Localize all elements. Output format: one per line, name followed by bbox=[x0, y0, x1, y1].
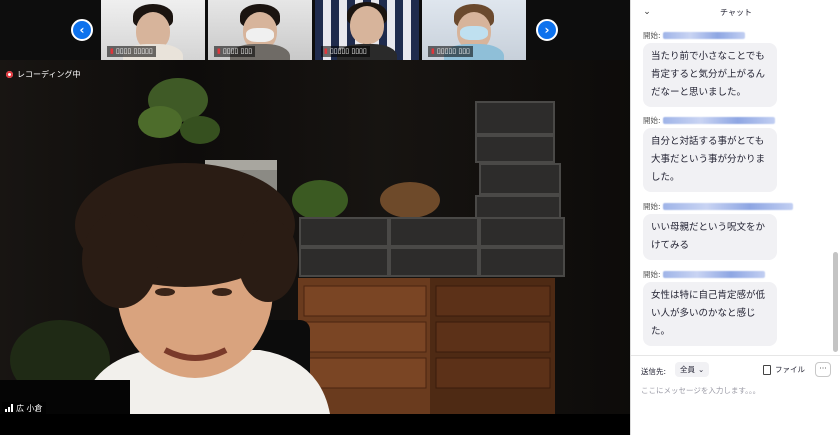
divider bbox=[631, 355, 840, 356]
chevron-down-icon: ⌄ bbox=[698, 365, 705, 374]
blurred-sender-name bbox=[662, 203, 793, 210]
file-icon bbox=[763, 364, 771, 375]
recording-indicator: レコーディング中 bbox=[6, 67, 80, 81]
speaker-video-frame bbox=[0, 60, 630, 414]
message-sender: 開始: bbox=[643, 115, 775, 126]
signal-strength-icon bbox=[5, 404, 13, 412]
chat-message-bubble: 自分と対話する事がとても大事だという事が分かりました。 bbox=[643, 128, 777, 192]
recipient-dropdown[interactable]: 全員 ⌄ bbox=[675, 362, 710, 377]
message-sender: 開始: bbox=[643, 269, 765, 280]
blurred-sender-name bbox=[662, 32, 745, 39]
speaker-name-tag: 広 小倉 bbox=[2, 402, 46, 414]
recording-label: レコーディング中 bbox=[17, 69, 81, 79]
wooden-dresser bbox=[298, 278, 555, 414]
blurred-sender-name bbox=[662, 271, 765, 278]
chat-message-list[interactable]: 開始: 当たり前で小さなことでも肯定すると気分が上がるんだなーと思いました。 開… bbox=[631, 26, 831, 356]
chat-title: チャット bbox=[720, 8, 752, 17]
chat-panel: ⌄ チャット 開始: 当たり前で小さなことでも肯定すると気分が上がるんだなーと思… bbox=[630, 0, 840, 435]
participant-name-label: ▮ ▯▯▯▯ ▯▯▯▯▯ bbox=[107, 46, 156, 57]
scrollbar-thumb[interactable] bbox=[833, 252, 838, 352]
chat-message-bubble: 女性は特に自己肯定感が低い人が多いのかなと感じた。 bbox=[643, 282, 777, 346]
participant-tile[interactable]: ▮ ▯▯▯▯ ▯▯▯▯▯ bbox=[101, 0, 205, 60]
participant-name-label: ▮ ▯▯▯▯▯ ▯▯▯ bbox=[428, 46, 473, 57]
video-area: ‹ ▮ ▯▯▯▯ ▯▯▯▯▯ ▮ ▯▯▯▯ ▯▯▯ ▮ ▯▯▯▯▯ ▯▯▯▯ ▮… bbox=[0, 0, 630, 435]
next-page-arrow-icon[interactable]: › bbox=[536, 19, 558, 41]
recipient-value: 全員 bbox=[680, 365, 695, 374]
file-button-label: ファイル bbox=[775, 365, 805, 374]
main-speaker-video bbox=[0, 60, 630, 414]
send-to-label: 送信先: bbox=[641, 367, 667, 376]
more-options-button[interactable]: ··· bbox=[815, 362, 831, 377]
participant-tile[interactable]: ▮ ▯▯▯▯▯ ▯▯▯▯ bbox=[315, 0, 419, 60]
chat-scrollbar[interactable] bbox=[833, 26, 838, 356]
blurred-sender-name bbox=[662, 117, 775, 124]
chat-message-input[interactable] bbox=[641, 382, 831, 398]
participant-tile[interactable]: ▮ ▯▯▯▯▯ ▯▯▯ bbox=[422, 0, 526, 60]
speaker-name-label: 広 小倉 bbox=[16, 403, 43, 413]
message-sender: 開始: bbox=[643, 201, 793, 212]
chat-header: ⌄ チャット bbox=[631, 0, 840, 26]
previous-page-arrow-icon[interactable]: ‹ bbox=[71, 19, 93, 41]
recording-dot-icon bbox=[6, 70, 13, 78]
video-bottom-bar bbox=[0, 414, 630, 435]
participant-name-label: ▮ ▯▯▯▯▯ ▯▯▯▯ bbox=[321, 46, 370, 57]
participant-tile[interactable]: ▮ ▯▯▯▯ ▯▯▯ bbox=[208, 0, 312, 60]
chat-message-bubble: いい母親だという呪文をかけてみる bbox=[643, 214, 777, 260]
participant-name-label: ▮ ▯▯▯▯ ▯▯▯ bbox=[214, 46, 256, 57]
chat-message-bubble: 当たり前で小さなことでも肯定すると気分が上がるんだなーと思いました。 bbox=[643, 43, 777, 107]
message-sender: 開始: bbox=[643, 30, 745, 41]
participant-thumbnail-strip: ‹ ▮ ▯▯▯▯ ▯▯▯▯▯ ▮ ▯▯▯▯ ▯▯▯ ▮ ▯▯▯▯▯ ▯▯▯▯ ▮… bbox=[0, 0, 630, 60]
file-button[interactable]: ファイル bbox=[763, 362, 805, 377]
